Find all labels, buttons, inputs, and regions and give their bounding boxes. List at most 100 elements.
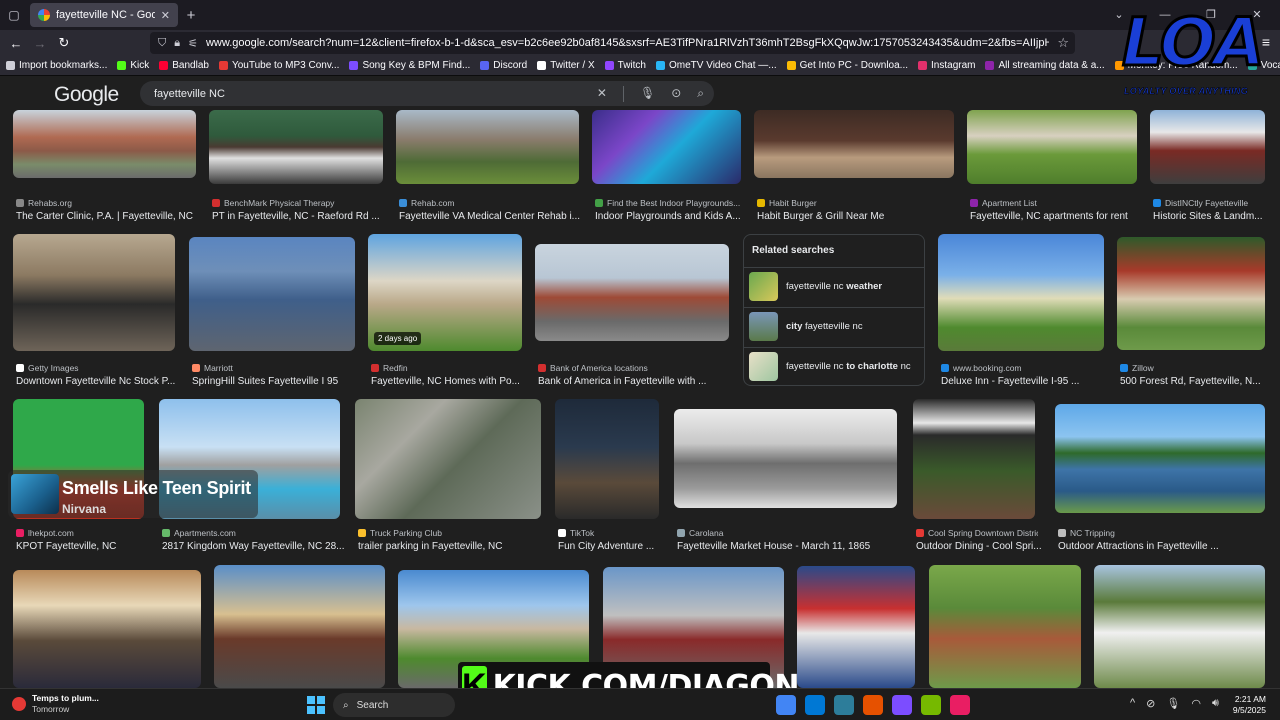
result-title[interactable]: Habit Burger & Grill Near Me	[757, 211, 965, 222]
lock-icon[interactable]: 🔒︎	[174, 37, 180, 50]
windows-start-icon[interactable]	[307, 696, 325, 714]
result-title[interactable]: Fun City Adventure ...	[558, 541, 670, 552]
result-thumbnail[interactable]	[592, 110, 741, 184]
image-result[interactable]: Truck Parking Club trailer parking in Fay…	[355, 399, 541, 555]
result-title[interactable]: PT in Fayetteville, NC - Raeford Rd ...	[212, 211, 394, 222]
bookmark-item[interactable]: Import bookmarks...	[6, 60, 107, 71]
image-result[interactable]: www.booking.com Deluxe Inn - Fayetteville…	[938, 234, 1104, 390]
taskbar-app-icon[interactable]	[834, 695, 854, 715]
result-thumbnail[interactable]	[396, 110, 579, 184]
list-all-tabs-icon[interactable]: ▢	[0, 0, 28, 30]
result-thumbnail[interactable]	[1117, 237, 1265, 350]
result-source[interactable]: Redfin	[371, 363, 525, 373]
result-thumbnail[interactable]	[189, 237, 355, 351]
result-thumbnail[interactable]	[214, 565, 385, 688]
result-source[interactable]: Find the Best Indoor Playgrounds...	[595, 198, 744, 208]
result-title[interactable]: The Carter Clinic, P.A. | Fayetteville, …	[16, 211, 207, 222]
image-result[interactable]	[214, 565, 385, 688]
result-title[interactable]: Downtown Fayetteville Nc Stock P...	[16, 376, 186, 387]
shield-icon[interactable]: ⛉	[158, 37, 166, 50]
microphone-icon[interactable]: 🎙︎	[640, 86, 655, 102]
camera-lens-icon[interactable]: ⊙	[671, 86, 681, 102]
microphone-icon[interactable]: 🎙︎	[1166, 697, 1180, 710]
result-thumbnail[interactable]	[1150, 110, 1265, 184]
taskbar-search[interactable]: ⌕ Search	[333, 693, 455, 717]
image-result[interactable]: NC Tripping Outdoor Attractions in Fayett…	[1055, 404, 1265, 555]
result-source[interactable]: Habit Burger	[757, 198, 957, 208]
result-thumbnail[interactable]	[674, 409, 897, 508]
taskbar-app-icon[interactable]	[776, 695, 796, 715]
reload-icon[interactable]: ↻	[52, 35, 76, 51]
result-title[interactable]: 2817 Kingdom Way Fayetteville, NC 28...	[162, 541, 351, 552]
result-title[interactable]: Fayetteville, NC apartments for rent	[970, 211, 1148, 222]
image-result[interactable]: Cool Spring Downtown District Outdoor Din…	[913, 399, 1042, 555]
image-result[interactable]: Bank of America locations Bank of America…	[535, 244, 729, 390]
result-title[interactable]: 500 Forest Rd, Fayetteville, N...	[1120, 376, 1276, 387]
related-search-item[interactable]: city fayetteville nc	[744, 307, 924, 345]
result-source[interactable]: Rehab.com	[399, 198, 582, 208]
result-title[interactable]: Fayetteville Market House - March 11, 18…	[677, 541, 908, 552]
result-title[interactable]: Deluxe Inn - Fayetteville I-95 ...	[941, 376, 1115, 387]
new-tab-icon[interactable]: +	[178, 7, 204, 24]
weather-widget[interactable]: Temps to plum... Tomorrow	[12, 693, 99, 715]
image-result[interactable]: TikTok Fun City Adventure ...	[555, 399, 659, 555]
result-thumbnail[interactable]	[13, 234, 175, 351]
bookmark-item[interactable]: Bandlab	[159, 60, 209, 71]
result-source[interactable]: Marriott	[192, 363, 358, 373]
result-source[interactable]: Getty Images	[16, 363, 178, 373]
taskbar-app-icon[interactable]	[921, 695, 941, 715]
bookmark-item[interactable]: Discord	[480, 60, 527, 71]
clear-icon[interactable]: ✕	[597, 86, 607, 102]
chevron-up-icon[interactable]: ^	[1130, 697, 1135, 710]
result-title[interactable]: Outdoor Dining - Cool Spri...	[916, 541, 1046, 552]
result-title[interactable]: Fayetteville, NC Homes with Po...	[371, 376, 533, 387]
result-source[interactable]: TikTok	[558, 528, 662, 538]
related-search-item[interactable]: fayetteville nc to charlotte nc	[744, 347, 924, 385]
image-result[interactable]: Apartment List Fayetteville, NC apartment…	[967, 110, 1137, 225]
taskbar-app-icon[interactable]	[892, 695, 912, 715]
result-source[interactable]: Rehabs.org	[16, 198, 199, 208]
result-thumbnail[interactable]	[967, 110, 1137, 184]
result-thumbnail[interactable]	[754, 110, 954, 178]
result-source[interactable]: DistINCtly Fayetteville	[1153, 198, 1268, 208]
result-source[interactable]: Zillow	[1120, 363, 1268, 373]
image-result[interactable]: DistINCtly Fayetteville Historic Sites & …	[1150, 110, 1265, 225]
result-thumbnail[interactable]	[13, 570, 201, 688]
image-result[interactable]: Marriott SpringHill Suites Fayetteville I…	[189, 237, 355, 390]
image-result[interactable]: Zillow 500 Forest Rd, Fayetteville, N...	[1117, 237, 1265, 390]
search-input[interactable]	[154, 87, 597, 100]
result-thumbnail[interactable]	[355, 399, 541, 519]
image-result[interactable]	[929, 565, 1081, 688]
taskbar-app-icon[interactable]	[863, 695, 883, 715]
bookmark-item[interactable]: Kick	[117, 60, 149, 71]
volume-icon[interactable]: 🔊︎	[1212, 697, 1219, 710]
result-thumbnail[interactable]	[1055, 404, 1265, 513]
result-source[interactable]: Apartment List	[970, 198, 1140, 208]
result-thumbnail[interactable]	[913, 399, 1035, 519]
result-source[interactable]: Bank of America locations	[538, 363, 732, 373]
result-title[interactable]: Fayetteville VA Medical Center Rehab i..…	[399, 211, 590, 222]
image-result[interactable]: Find the Best Indoor Playgrounds... Indoo…	[592, 110, 741, 225]
result-thumbnail[interactable]	[797, 566, 915, 688]
bookmark-item[interactable]: Instagram	[918, 60, 975, 71]
result-thumbnail[interactable]	[1094, 565, 1265, 688]
result-title[interactable]: Bank of America in Fayetteville with ...	[538, 376, 740, 387]
image-result[interactable]: 2 days ago Redfin Fayetteville, NC Homes w…	[368, 234, 522, 390]
wifi-icon[interactable]: ◠	[1191, 697, 1201, 710]
bookmark-item[interactable]: All streaming data & a...	[985, 60, 1105, 71]
result-source[interactable]: Carolana	[677, 528, 900, 538]
search-box[interactable]: ✕ 🎙︎ ⊙ ⌕	[140, 81, 714, 106]
bookmark-item[interactable]: Twitter / X	[537, 60, 595, 71]
result-source[interactable]: NC Tripping	[1058, 528, 1268, 538]
result-thumbnail[interactable]	[209, 110, 383, 184]
image-result[interactable]: Getty Images Downtown Fayetteville Nc Sto…	[13, 234, 175, 390]
close-tab-icon[interactable]: ✕	[161, 9, 170, 22]
result-thumbnail[interactable]	[535, 244, 729, 341]
image-result[interactable]	[1094, 565, 1265, 688]
image-result[interactable]: Rehabs.org The Carter Clinic, P.A. | Faye…	[13, 110, 196, 225]
taskbar-app-icon[interactable]	[805, 695, 825, 715]
result-title[interactable]: Outdoor Attractions in Fayetteville ...	[1058, 541, 1276, 552]
forward-arrow-icon[interactable]: →	[28, 36, 52, 51]
image-result[interactable]: Rehab.com Fayetteville VA Medical Center …	[396, 110, 582, 225]
bookmark-item[interactable]: OmeTV Video Chat —...	[655, 60, 777, 71]
